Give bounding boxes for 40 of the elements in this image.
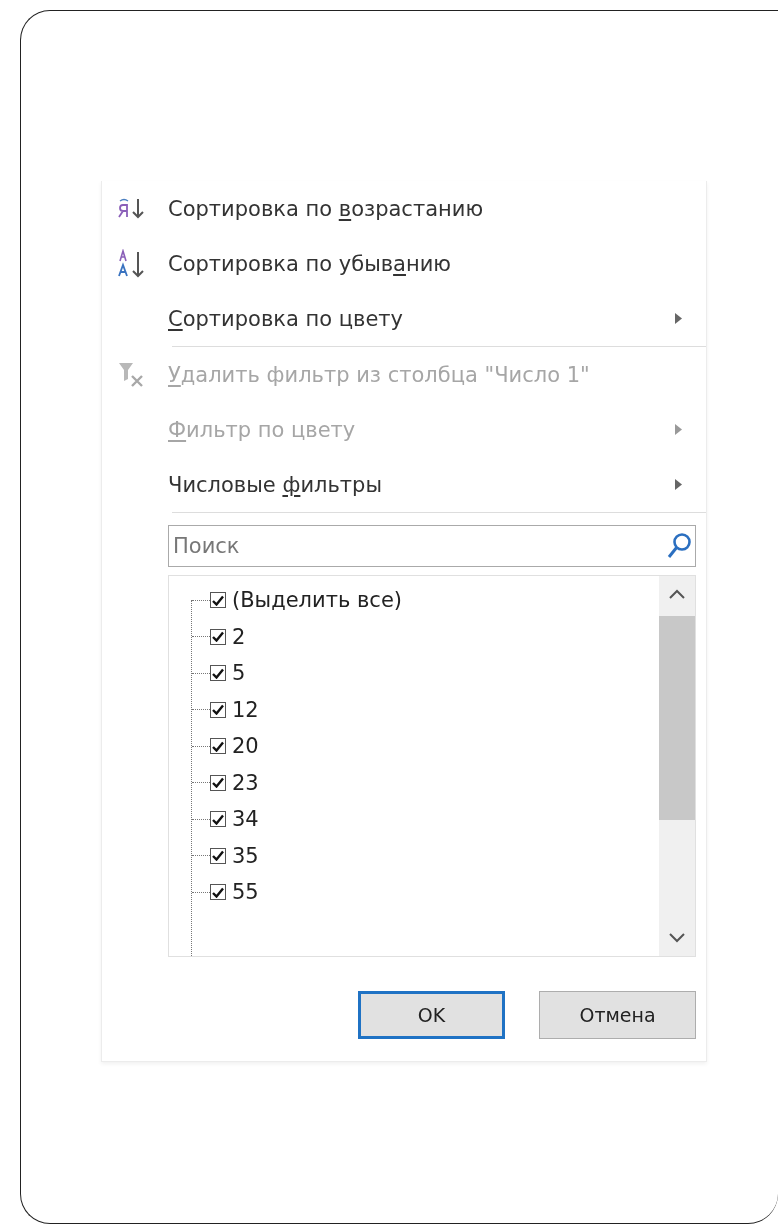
- checkbox[interactable]: [210, 665, 226, 682]
- menu-item-label: Сортировка по убыванию: [168, 251, 453, 276]
- value-label: 5: [232, 661, 246, 686]
- menu-item-label: Числовые фильтры: [168, 472, 383, 497]
- checkbox[interactable]: [210, 628, 226, 645]
- search-field[interactable]: Поиск: [168, 525, 696, 567]
- ok-button[interactable]: OK: [358, 991, 505, 1039]
- checkbox[interactable]: [210, 774, 226, 791]
- checkbox[interactable]: [210, 701, 226, 718]
- menu-item-label: Фильтр по цвету: [168, 417, 357, 442]
- menu-item[interactable]: Числовые фильтры: [102, 457, 706, 512]
- value-label: 55: [232, 880, 259, 905]
- menu-item[interactable]: Сортировка по убыванию: [102, 236, 706, 291]
- cancel-button[interactable]: Отмена: [539, 991, 696, 1039]
- search-icon[interactable]: [666, 532, 692, 560]
- submenu-arrow-icon: [675, 424, 682, 435]
- menu-item[interactable]: Сортировка по цвету: [102, 291, 706, 346]
- scroll-down-icon[interactable]: [669, 933, 685, 943]
- submenu-arrow-icon: [675, 313, 682, 324]
- value-label: 12: [232, 697, 259, 722]
- menu-item-label: Сортировка по цвету: [168, 306, 405, 331]
- value-label: 35: [232, 843, 259, 868]
- menu-item[interactable]: Сортировка по возрастанию: [102, 181, 706, 236]
- checkbox[interactable]: [210, 811, 226, 828]
- scroll-up-icon[interactable]: [669, 589, 685, 599]
- checkbox[interactable]: [210, 884, 226, 901]
- scroll-thumb[interactable]: [659, 616, 695, 820]
- menu-item-label: Сортировка по возрастанию: [168, 196, 485, 221]
- scrollbar[interactable]: [659, 576, 695, 956]
- menu-item-label: Удалить фильтр из столбца "Число 1": [168, 362, 591, 387]
- value-label: 34: [232, 807, 259, 832]
- checkbox[interactable]: [210, 847, 226, 864]
- checkbox[interactable]: [210, 738, 226, 755]
- submenu-arrow-icon: [675, 479, 682, 490]
- sort-descending-icon: [117, 248, 147, 279]
- value-label: (Выделить все): [232, 588, 402, 613]
- checkbox[interactable]: [210, 592, 226, 609]
- value-label: 20: [232, 734, 259, 759]
- value-label: 23: [232, 770, 259, 795]
- value-label: 2: [232, 624, 246, 649]
